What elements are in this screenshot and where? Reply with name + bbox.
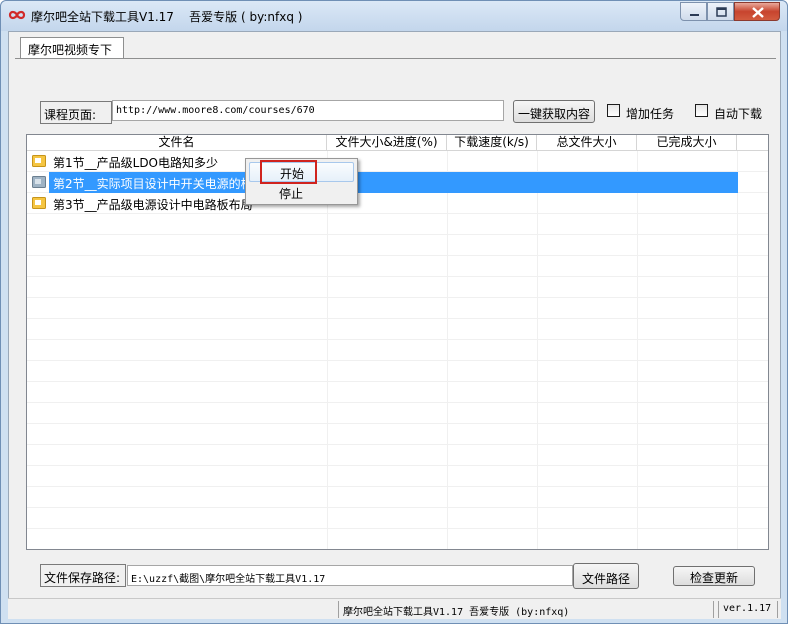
column-header-completed-size[interactable]: 已完成大小 (637, 135, 737, 151)
table-row-empty (27, 529, 768, 549)
folder-video-icon (32, 155, 46, 167)
table-row-empty (27, 466, 768, 487)
tab-video-download[interactable]: 摩尔吧视频专下 (20, 37, 124, 59)
file-name: 第1节__产品级LDO电路知多少 (53, 156, 219, 170)
table-row-empty (27, 319, 768, 340)
context-menu-stop[interactable]: 停止 (249, 183, 354, 203)
auto-download-checkbox[interactable]: 自动下载 (695, 104, 775, 121)
auto-download-label: 自动下载 (714, 107, 763, 121)
maximize-button[interactable] (707, 2, 734, 21)
course-page-label: 课程页面: (40, 101, 112, 124)
add-task-checkbox[interactable]: 增加任务 (607, 104, 687, 121)
table-row-empty (27, 361, 768, 382)
file-list[interactable]: 文件名 文件大小&进度(%) 下载速度(k/s) 总文件大小 已完成大小 第1节… (26, 134, 769, 550)
table-row-empty (27, 487, 768, 508)
list-header: 文件名 文件大小&进度(%) 下载速度(k/s) 总文件大小 已完成大小 (27, 135, 768, 151)
red-highlight-box (260, 160, 317, 184)
column-header-total-size[interactable]: 总文件大小 (537, 135, 637, 151)
tab-label: 摩尔吧视频专下 (28, 43, 113, 57)
table-row[interactable]: 第1节__产品级LDO电路知多少 (27, 151, 768, 172)
window-title: 摩尔吧全站下载工具V1.17 吾爱专版 ( by:nfxq ) (31, 10, 303, 24)
status-bar: 摩尔吧全站下载工具V1.17 吾爱专版 (by:nfxq) ver.1.17 (8, 598, 781, 619)
close-button[interactable] (734, 2, 780, 21)
table-row-empty (27, 508, 768, 529)
add-task-label: 增加任务 (626, 107, 675, 121)
infinity-logo-icon (8, 10, 26, 20)
table-row-empty (27, 403, 768, 424)
table-row-empty (27, 277, 768, 298)
folder-video-icon (32, 197, 46, 209)
checkbox-box[interactable] (607, 104, 620, 117)
file-name: 第3节__产品级电源设计中电路板布局 (53, 198, 253, 212)
save-path-label: 文件保存路径: (40, 564, 126, 587)
close-icon (752, 7, 764, 18)
app-window: 摩尔吧全站下载工具V1.17 吾爱专版 ( by:nfxq ) 摩尔吧视频专下 … (0, 0, 788, 624)
table-row-empty (27, 235, 768, 256)
check-update-button[interactable]: 检查更新 (673, 566, 755, 586)
column-header-speed[interactable]: 下载速度(k/s) (447, 135, 537, 151)
version-label: ver.1.17 (718, 601, 778, 618)
folder-video-icon (32, 176, 46, 188)
tab-panel: 课程页面: http://www.moore8.com/courses/670 … (15, 58, 776, 594)
title-bar[interactable]: 摩尔吧全站下载工具V1.17 吾爱专版 ( by:nfxq ) (1, 1, 787, 31)
table-row-empty (27, 340, 768, 361)
table-row-empty (27, 256, 768, 277)
minimize-button[interactable] (680, 2, 707, 21)
table-row-empty (27, 382, 768, 403)
fetch-content-button[interactable]: 一键获取内容 (513, 100, 595, 123)
table-row-selected[interactable]: 第2节__实际项目设计中开关电源的核心技术点 (27, 172, 768, 193)
table-row-empty (27, 298, 768, 319)
minimize-icon (690, 14, 699, 16)
checkbox-box[interactable] (695, 104, 708, 117)
table-row-empty (27, 424, 768, 445)
column-header-filename[interactable]: 文件名 (27, 135, 327, 151)
column-header-progress[interactable]: 文件大小&进度(%) (327, 135, 447, 151)
maximize-icon (716, 7, 727, 17)
status-text: 摩尔吧全站下载工具V1.17 吾爱专版 (by:nfxq) (338, 601, 714, 618)
course-url-input[interactable]: http://www.moore8.com/courses/670 (112, 100, 504, 121)
table-row[interactable]: 第3节__产品级电源设计中电路板布局 (27, 193, 768, 214)
table-row-empty (27, 214, 768, 235)
choose-path-button[interactable]: 文件路径 (573, 563, 639, 589)
client-area: 摩尔吧视频专下 课程页面: http://www.moore8.com/cour… (8, 31, 781, 619)
table-row-empty (27, 445, 768, 466)
save-path-input[interactable]: E:\uzzf\截图\摩尔吧全站下载工具V1.17 (127, 565, 573, 586)
